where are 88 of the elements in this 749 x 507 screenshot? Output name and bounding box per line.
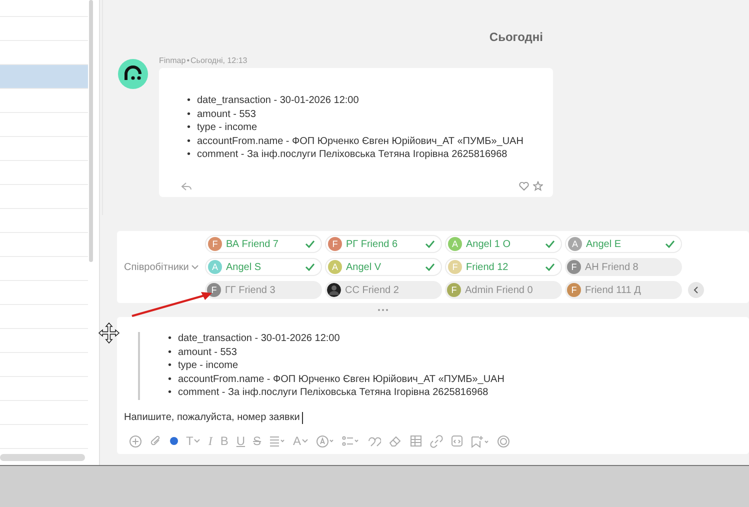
- strikethrough-button[interactable]: S: [253, 434, 262, 448]
- bullet: •: [168, 372, 173, 386]
- align-icon[interactable]: [269, 435, 286, 448]
- caret-icon[interactable]: [302, 439, 308, 444]
- bullet: •: [187, 94, 192, 108]
- message-line: comment - За інф.послуги Пеліховська Тетяна Ігорівна 2625816968: [197, 149, 508, 160]
- message-time: Сьогодні, 12:13: [190, 56, 248, 65]
- list-icon[interactable]: [342, 435, 360, 448]
- reply-icon[interactable]: [181, 182, 192, 190]
- check-icon: [545, 263, 555, 271]
- date-divider: Сьогодні: [488, 29, 544, 44]
- quote-line: type - income: [178, 360, 238, 372]
- bold-button[interactable]: B: [220, 434, 228, 448]
- text-style-button[interactable]: T: [186, 434, 194, 448]
- color-icon[interactable]: [170, 437, 178, 446]
- assignee-chip[interactable]: F ВА Friend 7: [205, 235, 322, 253]
- check-icon: [305, 263, 315, 271]
- message-line: type - income: [197, 122, 258, 134]
- italic-button[interactable]: I: [208, 434, 212, 449]
- bullet: •: [168, 359, 173, 373]
- resize-handle[interactable]: [377, 308, 389, 312]
- star-icon[interactable]: [533, 181, 543, 191]
- avatar: A: [328, 260, 342, 274]
- avatar: F: [447, 283, 461, 297]
- check-icon: [425, 240, 435, 248]
- quote-line: date_transaction - 30-01-2026 12:00: [178, 333, 340, 344]
- underline-button[interactable]: U: [236, 434, 246, 448]
- bullet: •: [168, 332, 173, 346]
- avatar: F: [207, 283, 221, 297]
- assignee-chip[interactable]: A Angel 1 O: [445, 235, 562, 253]
- assignee-chip[interactable]: A Angel V: [325, 258, 442, 276]
- assignee-chip[interactable]: F Admin Friend 0: [445, 281, 562, 299]
- bullet: •: [187, 108, 192, 122]
- list-row[interactable]: [0, 65, 88, 89]
- avatar: F: [567, 260, 581, 274]
- scrollbar[interactable]: [0, 454, 85, 461]
- chevron-down-icon: [190, 264, 199, 270]
- assignee-chip[interactable]: F ГГ Friend 3: [205, 281, 322, 299]
- attach-icon[interactable]: [150, 434, 162, 448]
- assignee-chip[interactable]: F Friend 12: [445, 258, 562, 276]
- assignee-chip[interactable]: A Angel S: [205, 258, 322, 276]
- quote-line: amount - 553: [178, 346, 237, 358]
- bullet: •: [168, 386, 173, 400]
- bullet: •: [187, 134, 192, 148]
- table-icon[interactable]: [410, 435, 422, 448]
- assignee-chip[interactable]: F РГ Friend 6: [325, 235, 442, 253]
- collapse-button[interactable]: [688, 282, 704, 298]
- caret-icon[interactable]: [194, 439, 200, 444]
- assignee-chip[interactable]: F Friend 111 Д: [565, 281, 682, 299]
- avatar: A: [208, 260, 222, 274]
- message-line: accountFrom.name - ФОП Юрченко Євген Юрійович_АТ «ПУМБ»_UAH: [197, 136, 524, 147]
- bullet: •: [187, 148, 192, 162]
- check-icon: [545, 240, 555, 248]
- assignee-chip[interactable]: A Angel E: [565, 235, 682, 253]
- separator-dot: •: [186, 56, 190, 65]
- avatar: F: [208, 237, 222, 251]
- highlight-icon[interactable]: [316, 434, 334, 448]
- check-icon: [665, 240, 675, 248]
- avatar: F: [448, 260, 462, 274]
- message-line: amount - 553: [197, 108, 256, 120]
- scrollbar[interactable]: [89, 0, 93, 262]
- eraser-icon[interactable]: [389, 435, 402, 448]
- bookmark-add-icon[interactable]: [471, 434, 490, 448]
- chevron-left-icon: [693, 286, 699, 294]
- bullet: •: [168, 346, 173, 360]
- add-icon[interactable]: [129, 434, 142, 448]
- message-line: date_transaction - 30-01-2026 12:00: [197, 95, 359, 106]
- assignee-chip[interactable]: CC Friend 2: [325, 281, 442, 299]
- bullet: •: [187, 121, 192, 135]
- font-color-button[interactable]: A: [293, 434, 302, 448]
- embed-icon[interactable]: [451, 435, 464, 448]
- check-icon: [305, 240, 315, 248]
- check-icon: [425, 263, 435, 271]
- message-input[interactable]: Напишите, пожалуйста, номер заявки: [124, 412, 742, 424]
- quote-line: accountFrom.name - ФОП Юрченко Євген Юрійович_АТ «ПУМБ»_UAH: [178, 374, 504, 385]
- assignee-chip[interactable]: F АН Friend 8: [565, 258, 682, 276]
- avatar: A: [448, 237, 462, 251]
- link-icon[interactable]: [430, 434, 444, 448]
- avatar: F: [567, 283, 581, 297]
- logo-avatar: [118, 59, 148, 89]
- assignees-dropdown[interactable]: Співробітники: [124, 262, 205, 272]
- quote-line: comment - За інф.послуги Пеліховська Тетяна Ігорівна 2625816968: [178, 387, 488, 398]
- sender-name: Finmap: [159, 56, 186, 65]
- avatar: A: [568, 237, 582, 251]
- avatar: F: [328, 237, 342, 251]
- message-editor[interactable]: [117, 317, 749, 454]
- quote-icon[interactable]: [368, 435, 382, 448]
- heart-icon[interactable]: [519, 182, 529, 190]
